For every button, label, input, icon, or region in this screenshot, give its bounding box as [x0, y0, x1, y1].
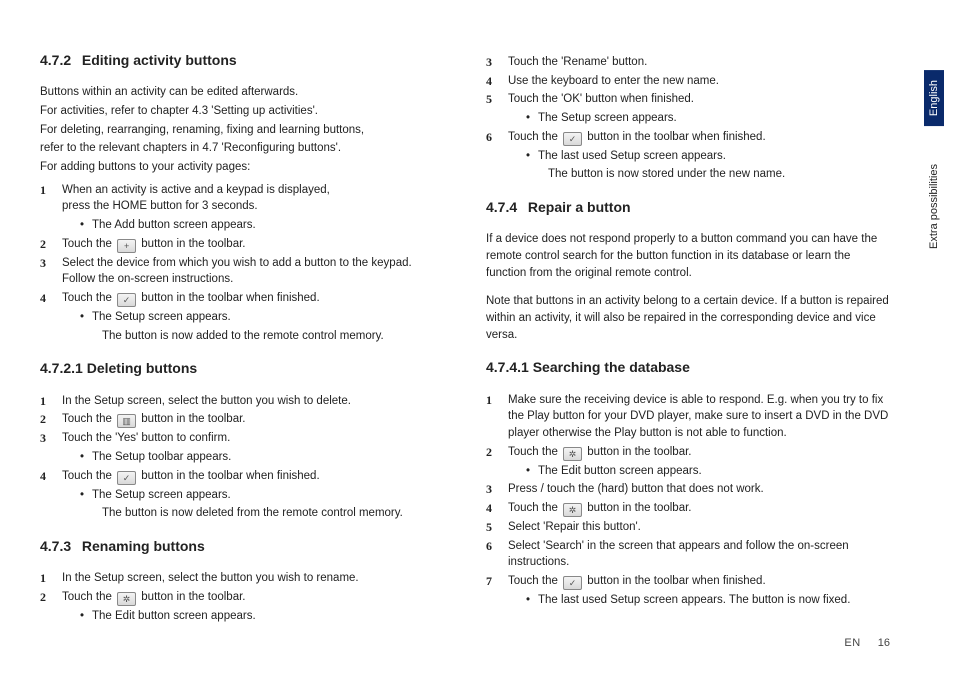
side-tabs: English Extra possibilities: [924, 70, 944, 259]
step-item: 2 Touch the + button in the toolbar.: [40, 236, 444, 253]
check-icon: ✓: [563, 576, 582, 590]
gear-icon: ✲: [563, 447, 582, 461]
step-item: 1 Make sure the receiving device is able…: [486, 392, 890, 442]
step-item: 4 Touch the ✲ button in the toolbar.: [486, 500, 890, 517]
right-column: 3 Touch the 'Rename' button. 4 Use the k…: [486, 50, 890, 639]
manual-page: English Extra possibilities 4.7.2 Editin…: [0, 0, 954, 675]
page-footer: EN 16: [844, 637, 890, 649]
step-item: 3 Press / touch the (hard) button that d…: [486, 481, 890, 498]
gear-icon: ✲: [117, 592, 136, 606]
check-icon: ✓: [117, 471, 136, 485]
check-icon: ✓: [563, 132, 582, 146]
steps-4-7-4-1: 1 Make sure the receiving device is able…: [486, 392, 890, 609]
step-item: 7 Touch the ✓ button in the toolbar when…: [486, 573, 890, 609]
step-item: 3 Touch the 'Yes' button to confirm. The…: [40, 430, 444, 465]
step-item: 2 Touch the ▥ button in the toolbar.: [40, 411, 444, 428]
language-tab-english[interactable]: English: [924, 70, 944, 126]
steps-4-7-3-continued: 3 Touch the 'Rename' button. 4 Use the k…: [486, 54, 890, 183]
heading-4-7-3: 4.7.3 Renaming buttons: [40, 536, 444, 556]
step-item: 5 Touch the 'OK' button when finished. T…: [486, 91, 890, 126]
step-item: 6 Select 'Search' in the screen that app…: [486, 538, 890, 571]
step-item: 5 Select 'Repair this button'.: [486, 519, 890, 536]
steps-4-7-3: 1 In the Setup screen, select the button…: [40, 570, 444, 624]
footer-language: EN: [844, 637, 860, 649]
intro-4-7-4-p2: Note that buttons in an activity belong …: [486, 293, 890, 343]
heading-4-7-2-1: 4.7.2.1 Deleting buttons: [40, 358, 444, 378]
step-item: 6 Touch the ✓ button in the toolbar when…: [486, 129, 890, 183]
footer-page-number: 16: [878, 637, 890, 649]
step-item: 3 Select the device from which you wish …: [40, 255, 444, 288]
intro-4-7-2: Buttons within an activity can be edited…: [40, 84, 444, 175]
step-item: 4 Use the keyboard to enter the new name…: [486, 73, 890, 90]
heading-4-7-4-1: 4.7.4.1 Searching the database: [486, 357, 890, 377]
step-item: 1 In the Setup screen, select the button…: [40, 393, 444, 410]
step-item: 4 Touch the ✓ button in the toolbar when…: [40, 468, 444, 522]
heading-4-7-2: 4.7.2 Editing activity buttons: [40, 50, 444, 70]
left-column: 4.7.2 Editing activity buttons Buttons w…: [40, 50, 444, 639]
step-item: 1 When an activity is active and a keypa…: [40, 182, 444, 234]
check-icon: ✓: [117, 293, 136, 307]
step-item: 2 Touch the ✲ button in the toolbar. The…: [40, 589, 444, 625]
section-tab-extra-possibilities[interactable]: Extra possibilities: [924, 154, 944, 259]
step-item: 3 Touch the 'Rename' button.: [486, 54, 890, 71]
steps-4-7-2-1: 1 In the Setup screen, select the button…: [40, 393, 444, 522]
gear-icon: ✲: [563, 503, 582, 517]
heading-4-7-4: 4.7.4 Repair a button: [486, 197, 890, 217]
step-item: 1 In the Setup screen, select the button…: [40, 570, 444, 587]
step-item: 2 Touch the ✲ button in the toolbar. The…: [486, 444, 890, 480]
steps-4-7-2: 1 When an activity is active and a keypa…: [40, 182, 444, 345]
plus-icon: +: [117, 239, 136, 253]
intro-4-7-4-p1: If a device does not respond properly to…: [486, 231, 890, 281]
trash-icon: ▥: [117, 414, 136, 428]
step-item: 4 Touch the ✓ button in the toolbar when…: [40, 290, 444, 344]
